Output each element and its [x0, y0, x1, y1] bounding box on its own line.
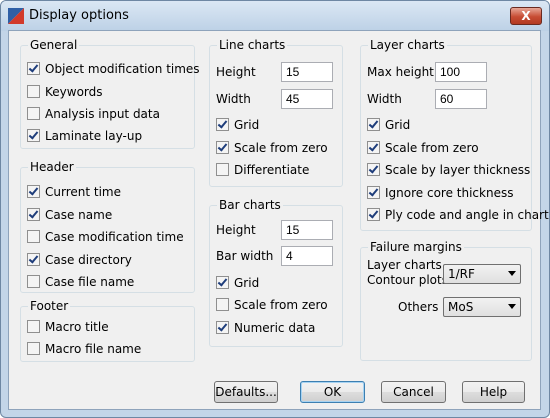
ignore-core-thickness-checkbox[interactable]: Ignore core thickness — [367, 185, 513, 201]
ok-button[interactable]: OK — [300, 381, 365, 403]
others-margin-label: Others — [398, 300, 439, 314]
bar-width-label: Bar width — [216, 249, 274, 263]
checkbox-checked-icon — [367, 208, 380, 221]
failure-margins-group-title: Failure margins — [368, 239, 464, 255]
object-modification-times-checkbox[interactable]: Object modification times — [27, 61, 200, 77]
display-options-dialog: Display options X General Object modific… — [0, 0, 550, 418]
window-title: Display options — [29, 8, 129, 23]
footer-group: Footer Macro title Macro file name — [20, 298, 195, 362]
checkbox-checked-icon — [27, 185, 40, 198]
checkbox-unchecked-icon — [27, 275, 40, 288]
checkbox-checked-icon — [367, 141, 380, 154]
max-height-input[interactable] — [435, 62, 487, 82]
ply-code-and-angle-checkbox[interactable]: Ply code and angle in chart — [367, 207, 549, 223]
bar-height-input[interactable] — [281, 220, 333, 240]
chevron-down-icon — [508, 271, 516, 276]
keywords-checkbox[interactable]: Keywords — [27, 84, 103, 100]
line-charts-group-title: Line charts — [217, 37, 288, 53]
bar-charts-group: Bar charts Height Bar width Grid Scale f… — [209, 197, 343, 347]
layer-charts-margin-label: Layer charts — [367, 258, 442, 272]
app-icon — [8, 8, 24, 24]
header-group: Header Current time Case name Case modif… — [20, 159, 195, 293]
checkbox-checked-icon — [367, 186, 380, 199]
laminate-layup-checkbox[interactable]: Laminate lay-up — [27, 128, 142, 144]
current-time-checkbox[interactable]: Current time — [27, 184, 121, 200]
header-group-title: Header — [28, 159, 76, 175]
general-group-title: General — [28, 37, 80, 53]
layer-width-label: Width — [367, 92, 402, 106]
checkbox-checked-icon — [27, 253, 40, 266]
line-scale-from-zero-checkbox[interactable]: Scale from zero — [216, 140, 328, 156]
bar-grid-checkbox[interactable]: Grid — [216, 275, 259, 291]
layer-grid-checkbox[interactable]: Grid — [367, 117, 410, 133]
line-width-input[interactable] — [281, 89, 333, 109]
bar-scale-from-zero-checkbox[interactable]: Scale from zero — [216, 297, 328, 313]
checkbox-checked-icon — [27, 62, 40, 75]
case-directory-checkbox[interactable]: Case directory — [27, 252, 132, 268]
checkbox-unchecked-icon — [27, 107, 40, 120]
title-bar: Display options X — [1, 1, 549, 31]
contour-plots-margin-label: Contour plots — [367, 273, 448, 287]
dialog-body: General Object modification times Keywor… — [8, 30, 549, 410]
checkbox-unchecked-icon — [216, 163, 229, 176]
layer-width-input[interactable] — [435, 89, 487, 109]
defaults-button[interactable]: Defaults... — [214, 381, 278, 403]
others-margin-dropdown[interactable]: MoS — [443, 297, 521, 317]
macro-title-checkbox[interactable]: Macro title — [27, 319, 109, 335]
bar-width-input[interactable] — [281, 246, 333, 266]
differentiate-checkbox[interactable]: Differentiate — [216, 162, 309, 178]
checkbox-checked-icon — [27, 208, 40, 221]
cancel-button[interactable]: Cancel — [381, 381, 446, 403]
others-margin-value: MoS — [448, 300, 474, 314]
layer-charts-group: Layer charts Max height Width Grid Scale… — [360, 37, 549, 231]
checkbox-unchecked-icon — [27, 342, 40, 355]
layer-scale-from-zero-checkbox[interactable]: Scale from zero — [367, 140, 479, 156]
case-name-checkbox[interactable]: Case name — [27, 207, 112, 223]
line-charts-group: Line charts Height Width Grid Scale from… — [209, 37, 343, 187]
bar-height-label: Height — [216, 223, 256, 237]
checkbox-checked-icon — [216, 276, 229, 289]
layer-charts-group-title: Layer charts — [368, 37, 447, 53]
layer-margin-dropdown[interactable]: 1/RF — [443, 264, 521, 284]
footer-group-title: Footer — [28, 298, 71, 314]
scale-by-layer-thickness-checkbox[interactable]: Scale by layer thickness — [367, 162, 530, 178]
max-height-label: Max height — [367, 65, 434, 79]
macro-file-name-checkbox[interactable]: Macro file name — [27, 341, 141, 357]
failure-margins-group: Failure margins Layer charts Contour plo… — [360, 239, 532, 361]
line-grid-checkbox[interactable]: Grid — [216, 117, 259, 133]
checkbox-checked-icon — [216, 321, 229, 334]
line-width-label: Width — [216, 92, 251, 106]
line-height-label: Height — [216, 65, 256, 79]
checkbox-unchecked-icon — [27, 85, 40, 98]
case-file-name-checkbox[interactable]: Case file name — [27, 274, 134, 290]
chevron-down-icon — [508, 304, 516, 309]
checkbox-unchecked-icon — [216, 298, 229, 311]
help-button[interactable]: Help — [462, 381, 525, 403]
checkbox-checked-icon — [367, 163, 380, 176]
line-height-input[interactable] — [281, 62, 333, 82]
checkbox-checked-icon — [216, 141, 229, 154]
general-group: General Object modification times Keywor… — [20, 37, 200, 149]
checkbox-unchecked-icon — [27, 320, 40, 333]
layer-margin-value: 1/RF — [448, 267, 475, 281]
checkbox-checked-icon — [367, 118, 380, 131]
close-button[interactable]: X — [510, 7, 542, 25]
numeric-data-checkbox[interactable]: Numeric data — [216, 320, 315, 336]
checkbox-checked-icon — [216, 118, 229, 131]
checkbox-checked-icon — [27, 129, 40, 142]
case-modification-time-checkbox[interactable]: Case modification time — [27, 229, 184, 245]
checkbox-unchecked-icon — [27, 230, 40, 243]
bar-charts-group-title: Bar charts — [217, 197, 283, 213]
analysis-input-data-checkbox[interactable]: Analysis input data — [27, 106, 160, 122]
